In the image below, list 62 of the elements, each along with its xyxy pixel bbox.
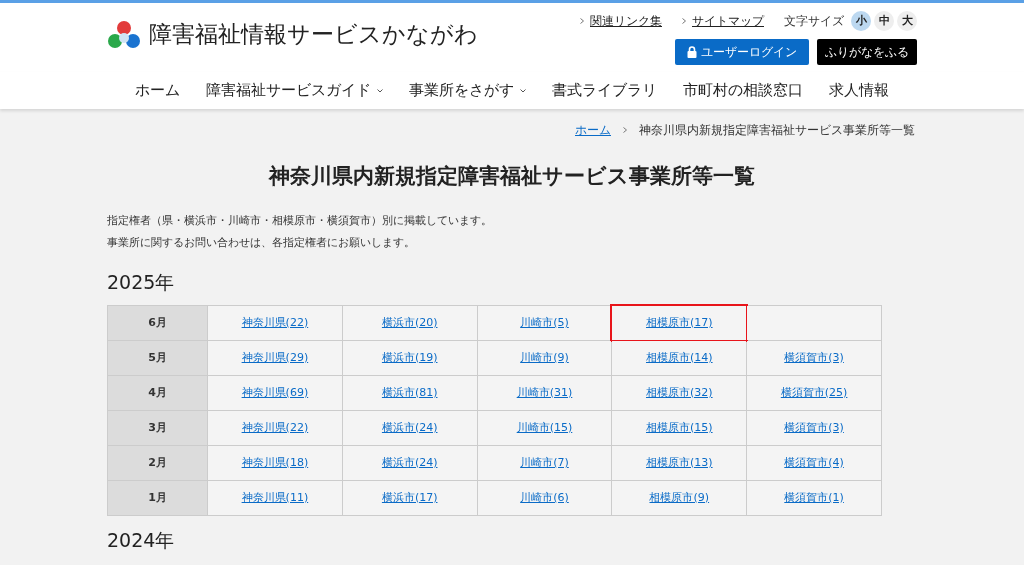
font-size-option[interactable]: 中: [874, 11, 894, 31]
year-heading: 2025年: [107, 269, 176, 295]
month-cell: 3月: [107, 410, 208, 446]
table-link[interactable]: 川崎市(31): [516, 385, 573, 399]
breadcrumb-link[interactable]: ホーム: [575, 121, 611, 139]
table-link[interactable]: 横浜市(24): [381, 420, 438, 434]
table-link[interactable]: 神奈川県(22): [241, 315, 309, 329]
nav-item[interactable]: 事業所をさがす: [409, 79, 526, 102]
table-link[interactable]: 相模原市(9): [649, 490, 710, 504]
month-cell: 2月: [107, 445, 208, 481]
utility-link[interactable]: サイトマップ: [692, 12, 764, 30]
table-link[interactable]: 川崎市(9): [520, 350, 569, 364]
table-link[interactable]: 横浜市(19): [381, 350, 438, 364]
intro-text: 事業所に関するお問い合わせは、各指定権者にお願いします。: [107, 235, 416, 251]
table-link[interactable]: 横浜市(20): [381, 315, 438, 329]
lock-icon: [687, 46, 697, 58]
table-link[interactable]: 相模原市(17): [646, 315, 713, 329]
font-size-option[interactable]: 小: [851, 11, 871, 31]
month-cell: 1月: [107, 480, 208, 516]
table-link[interactable]: 横浜市(17): [381, 490, 438, 504]
breadcrumb-current: 神奈川県内新規指定障害福祉サービス事業所等一覧: [639, 122, 915, 139]
login-button[interactable]: ユーザーログイン: [675, 39, 809, 65]
table-link[interactable]: 川崎市(15): [516, 420, 573, 434]
table-link[interactable]: 神奈川県(29): [241, 350, 309, 364]
table-link[interactable]: 横須賀市(25): [780, 385, 848, 399]
table-link[interactable]: 横須賀市(4): [784, 455, 844, 469]
table-link[interactable]: 川崎市(7): [520, 455, 569, 469]
table-link[interactable]: 相模原市(14): [646, 350, 713, 364]
nav-item[interactable]: 書式ライブラリ: [552, 79, 657, 102]
month-cell: 4月: [107, 375, 208, 411]
utility-link[interactable]: 関連リンク集: [590, 12, 662, 30]
table-link[interactable]: 相模原市(32): [646, 385, 713, 399]
chevron-icon: [623, 127, 627, 133]
font-size-label: 文字サイズ: [784, 13, 844, 30]
page-heading: 神奈川県内新規指定障害福祉サービス事業所等一覧: [267, 163, 756, 190]
table-link[interactable]: 神奈川県(18): [241, 455, 309, 469]
chevron-icon: [580, 18, 584, 24]
chevron-icon: [682, 18, 686, 24]
table-link[interactable]: 相模原市(15): [646, 420, 713, 434]
table-link[interactable]: 横浜市(24): [381, 455, 438, 469]
month-cell: 6月: [107, 305, 208, 341]
nav-item[interactable]: 障害福祉サービスガイド: [206, 79, 383, 102]
table-link[interactable]: 神奈川県(22): [241, 420, 309, 434]
month-cell: 5月: [107, 340, 208, 376]
table-link[interactable]: 相模原市(13): [646, 455, 713, 469]
furigana-button[interactable]: ふりがなをふる: [817, 39, 917, 65]
nav-item[interactable]: ホーム: [135, 79, 180, 102]
table-link[interactable]: 川崎市(6): [520, 490, 569, 504]
table-link[interactable]: 横須賀市(3): [784, 420, 844, 434]
table-link[interactable]: 神奈川県(69): [241, 385, 309, 399]
table-link[interactable]: 横須賀市(1): [784, 490, 844, 504]
table-link[interactable]: 川崎市(5): [520, 315, 569, 329]
table-link[interactable]: 横浜市(81): [381, 385, 438, 399]
font-size-option[interactable]: 大: [897, 11, 917, 31]
year-heading: 2024年: [107, 528, 176, 553]
logo-icon: [107, 19, 141, 50]
site-title[interactable]: 障害福祉情報サービスかながわ: [149, 17, 478, 52]
table-link[interactable]: 横須賀市(3): [784, 350, 844, 364]
nav-item[interactable]: 市町村の相談窓口: [683, 79, 803, 102]
intro-text: 指定権者（県・横浜市・川崎市・相模原市・横須賀市）別に掲載しています。: [107, 212, 493, 229]
nav-item[interactable]: 求人情報: [829, 79, 889, 102]
table-link[interactable]: 神奈川県(11): [241, 490, 309, 504]
